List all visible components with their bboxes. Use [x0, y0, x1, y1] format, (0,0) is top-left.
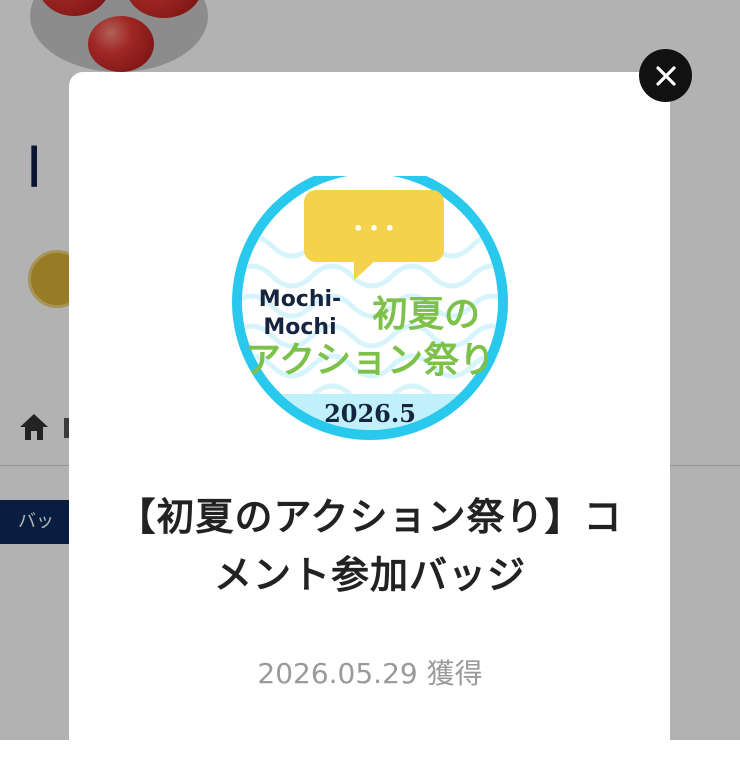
emblem-text-mochi-1: Mochi- [259, 287, 341, 312]
acquired-date: 2026.05.29 獲得 [257, 657, 483, 690]
emblem-title-bottom: アクション祭り [245, 340, 495, 381]
emblem-year: 2026.5 [324, 399, 416, 428]
close-icon [655, 65, 676, 86]
emblem-title-top: 初夏の [372, 294, 480, 335]
emblem-text-mochi-2: Mochi [263, 315, 336, 340]
badge-title: 【初夏のアクション祭り】コメント参加バッジ [117, 495, 623, 597]
close-button[interactable] [639, 49, 692, 102]
speech-bubble-dots: • • • [353, 219, 395, 238]
badge-emblem: • • • Mochi- Mochi 初夏の アクション祭り 2026.5 [232, 176, 508, 440]
